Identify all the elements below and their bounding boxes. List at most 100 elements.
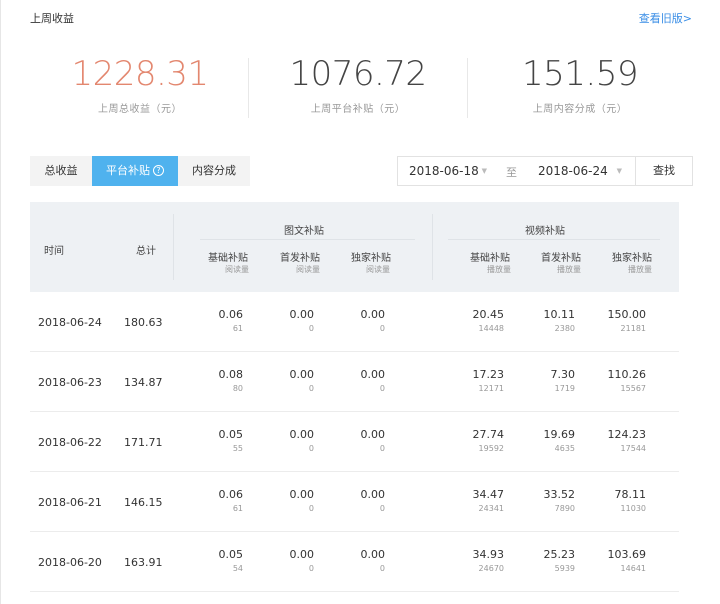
end-date-value: 2018-06-24: [538, 164, 608, 178]
tab-label: 总收益: [44, 164, 78, 177]
help-icon[interactable]: ?: [153, 165, 164, 176]
article-exclusive-reads: 0: [379, 384, 385, 393]
summary-divider: [248, 58, 249, 118]
summary-platform-value: 1076.72: [289, 54, 427, 94]
article-first-reads: 0: [308, 504, 314, 513]
article-basic-sub: 阅读量: [225, 265, 249, 274]
article-exclusive-value: 0.00: [360, 488, 386, 501]
video-exclusive-sub: 播放量: [628, 265, 652, 274]
start-date-value: 2018-06-18: [409, 164, 479, 178]
video-first-sub: 播放量: [557, 265, 581, 274]
video-basic-value: 20.45: [472, 308, 505, 321]
tab-content-share[interactable]: 内容分成: [178, 156, 250, 186]
article-basic-header: 基础补贴: [208, 253, 248, 264]
article-basic-reads: 55: [232, 444, 243, 453]
col-total-header: 总计: [136, 246, 156, 257]
query-button[interactable]: 查找: [635, 156, 693, 186]
video-group-line: [448, 239, 660, 240]
row-total: 134.87: [124, 376, 163, 389]
row-date: 2018-06-20: [38, 556, 102, 569]
article-basic-reads: 61: [232, 324, 243, 333]
video-first-header: 首发补贴: [541, 253, 581, 264]
chevron-down-icon: ▼: [616, 167, 622, 175]
row-date: 2018-06-23: [38, 376, 102, 389]
article-first-value: 0.00: [289, 368, 315, 381]
summary-platform-label: 上周平台补贴（元）: [310, 104, 406, 115]
article-exclusive-value: 0.00: [360, 428, 386, 441]
article-exclusive-reads: 0: [379, 504, 385, 513]
video-exclusive-value: 124.23: [607, 428, 647, 441]
article-exclusive-sub: 阅读量: [366, 265, 390, 274]
end-date-select[interactable]: 2018-06-24 ▼: [526, 157, 634, 185]
video-first-plays: 2380: [554, 324, 575, 333]
article-group-line: [200, 239, 415, 240]
article-first-sub: 阅读量: [296, 265, 320, 274]
article-basic-value: 0.05: [218, 428, 244, 441]
article-first-reads: 0: [308, 444, 314, 453]
col-time-header: 时间: [44, 246, 64, 257]
summary-total: 1228.31 上周总收益（元）: [40, 52, 240, 115]
page-title: 上周收益: [30, 12, 74, 25]
summary-total-value: 1228.31: [71, 54, 209, 94]
table-header: 时间 总计 图文补贴 基础补贴 阅读量 首发补贴 阅读量 独家补贴 阅读量 视频…: [30, 202, 679, 292]
tab-label: 内容分成: [192, 164, 236, 177]
table-row: 2018-06-20 163.91 0.05 54 0.00 0 0.00 0 …: [30, 532, 679, 592]
page-left-border: [0, 0, 1, 604]
summary-divider: [467, 58, 468, 118]
video-basic-value: 17.23: [472, 368, 505, 381]
summary-platform: 1076.72 上周平台补贴（元）: [258, 52, 458, 115]
article-basic-reads: 54: [232, 564, 243, 573]
tab-total-income[interactable]: 总收益: [30, 156, 92, 186]
article-basic-value: 0.08: [218, 368, 244, 381]
article-exclusive-value: 0.00: [360, 368, 386, 381]
summary-content-value: 151.59: [522, 54, 638, 94]
video-exclusive-plays: 15567: [620, 384, 646, 393]
article-exclusive-reads: 0: [379, 444, 385, 453]
video-exclusive-value: 78.11: [614, 488, 647, 501]
article-basic-value: 0.05: [218, 548, 244, 561]
article-first-reads: 0: [308, 384, 314, 393]
income-tabs: 总收益 平台补贴? 内容分成: [30, 156, 250, 186]
video-basic-value: 34.93: [472, 548, 505, 561]
start-date-select[interactable]: 2018-06-18 ▼: [397, 157, 499, 185]
article-basic-value: 0.06: [218, 308, 244, 321]
row-date: 2018-06-21: [38, 496, 102, 509]
video-first-value: 7.30: [550, 368, 576, 381]
row-total: 180.63: [124, 316, 163, 329]
article-first-reads: 0: [308, 324, 314, 333]
article-first-value: 0.00: [289, 548, 315, 561]
video-basic-plays: 19592: [478, 444, 504, 453]
summary-content-label: 上周内容分成（元）: [532, 104, 628, 115]
row-date: 2018-06-22: [38, 436, 102, 449]
article-basic-value: 0.06: [218, 488, 244, 501]
video-exclusive-plays: 11030: [620, 504, 646, 513]
video-first-value: 25.23: [543, 548, 576, 561]
row-total: 146.15: [124, 496, 163, 509]
tab-label: 平台补贴: [106, 164, 150, 177]
video-basic-plays: 24670: [478, 564, 504, 573]
video-exclusive-value: 150.00: [607, 308, 647, 321]
date-range-separator: 至: [506, 166, 517, 179]
article-first-value: 0.00: [289, 308, 315, 321]
view-old-version-link[interactable]: 查看旧版>: [639, 10, 692, 26]
video-first-value: 10.11: [543, 308, 576, 321]
video-first-plays: 4635: [554, 444, 575, 453]
row-total: 171.71: [124, 436, 163, 449]
video-exclusive-plays: 21181: [620, 324, 646, 333]
article-basic-reads: 61: [232, 504, 243, 513]
video-basic-sub: 播放量: [487, 265, 511, 274]
video-first-value: 33.52: [543, 488, 576, 501]
chevron-down-icon: ▼: [481, 167, 487, 175]
article-group-header: 图文补贴: [284, 226, 324, 237]
article-first-header: 首发补贴: [280, 253, 320, 264]
tab-platform-subsidy[interactable]: 平台补贴?: [92, 156, 178, 186]
article-exclusive-header: 独家补贴: [351, 253, 391, 264]
video-first-plays: 1719: [554, 384, 575, 393]
video-basic-value: 34.47: [472, 488, 505, 501]
video-exclusive-value: 103.69: [607, 548, 647, 561]
row-date: 2018-06-24: [38, 316, 102, 329]
header-separator: [432, 214, 433, 280]
video-group-header: 视频补贴: [525, 226, 565, 237]
video-basic-plays: 24341: [478, 504, 504, 513]
video-exclusive-plays: 14641: [620, 564, 646, 573]
